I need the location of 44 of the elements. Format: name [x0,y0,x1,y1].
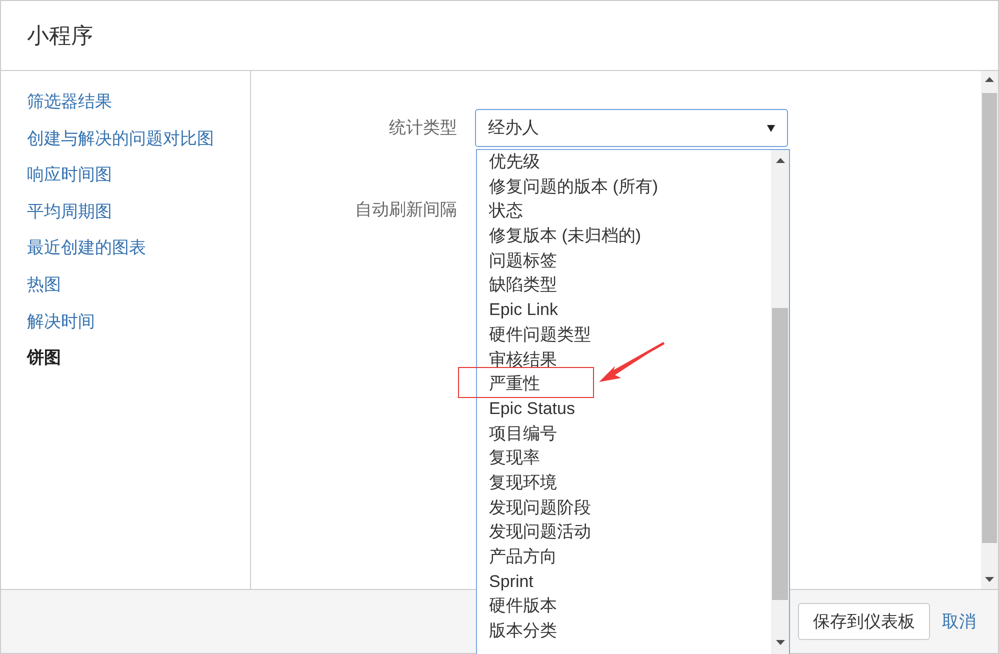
dialog-title: 小程序 [27,22,93,50]
dropdown-option[interactable]: 严重性 [489,374,540,394]
select-field[interactable]: 经办人 [475,109,788,147]
dropdown-option[interactable]: 复现率 [489,448,540,468]
dropdown-option[interactable]: 修复问题的版本 (所有) [489,176,658,196]
dropdown-scrollbar[interactable] [771,150,789,654]
dropdown-option[interactable]: 优先级 [489,152,540,171]
dropdown-option[interactable]: 缺陷类型 [489,275,557,294]
sidebar-link[interactable]: 饼图 [27,344,61,381]
dropdown-option[interactable]: 状态 [489,201,523,220]
scroll-up-icon[interactable] [776,158,784,164]
dropdown-option[interactable]: 项目编号 [489,424,557,443]
scroll-down-icon[interactable] [985,577,994,583]
sidebar-link[interactable]: 平均周期图 [27,198,112,234]
annotation-arrow [599,342,665,382]
dropdown-option[interactable]: Epic Link [489,300,558,320]
caret-icon [767,124,775,132]
cancel-link[interactable]: 取消 [942,608,976,634]
sidebar-link[interactable]: 热图 [27,270,61,308]
dropdown-option[interactable]: 硬件版本 [489,596,557,616]
scrollbar-thumb[interactable] [772,308,788,600]
field-label: 统计类型 [388,117,457,139]
dropdown-option[interactable]: 产品方向 [489,547,557,566]
dropdown-option[interactable]: 硬件问题类型 [489,324,591,344]
sidebar-link[interactable]: 解决时间 [27,308,95,344]
dropdown-option[interactable]: 审核结果 [489,350,557,368]
field-label: 自动刷新间隔 [354,199,457,221]
dropdown-option[interactable]: 修复版本 (未归档的) [489,226,642,246]
dropdown-option[interactable]: Sprint [489,572,534,591]
scrollbar-thumb[interactable] [982,93,997,543]
sidebar-link[interactable]: 最近创建的图表 [27,234,146,271]
dropdown-option[interactable]: 复现环境 [489,472,557,492]
dropdown-option[interactable]: Epic Status [489,398,575,418]
dropdown-option[interactable]: 发现问题活动 [489,522,591,542]
dropdown-option[interactable]: 问题标签 [489,250,557,270]
sidebar-link[interactable]: 响应时间图 [27,161,112,198]
scroll-down-icon[interactable] [776,640,784,646]
scrollbar[interactable] [981,71,998,589]
dropdown-option[interactable]: 发现问题阶段 [489,498,591,517]
dropdown-option[interactable]: 版本分类 [489,621,557,640]
sidebar-link[interactable]: 筛选器结果 [27,88,112,125]
save-button[interactable]: 保存到仪表板 [798,603,930,640]
sidebar-link[interactable]: 创建与解决的问题对比图 [27,124,214,162]
scroll-up-icon[interactable] [985,77,994,83]
